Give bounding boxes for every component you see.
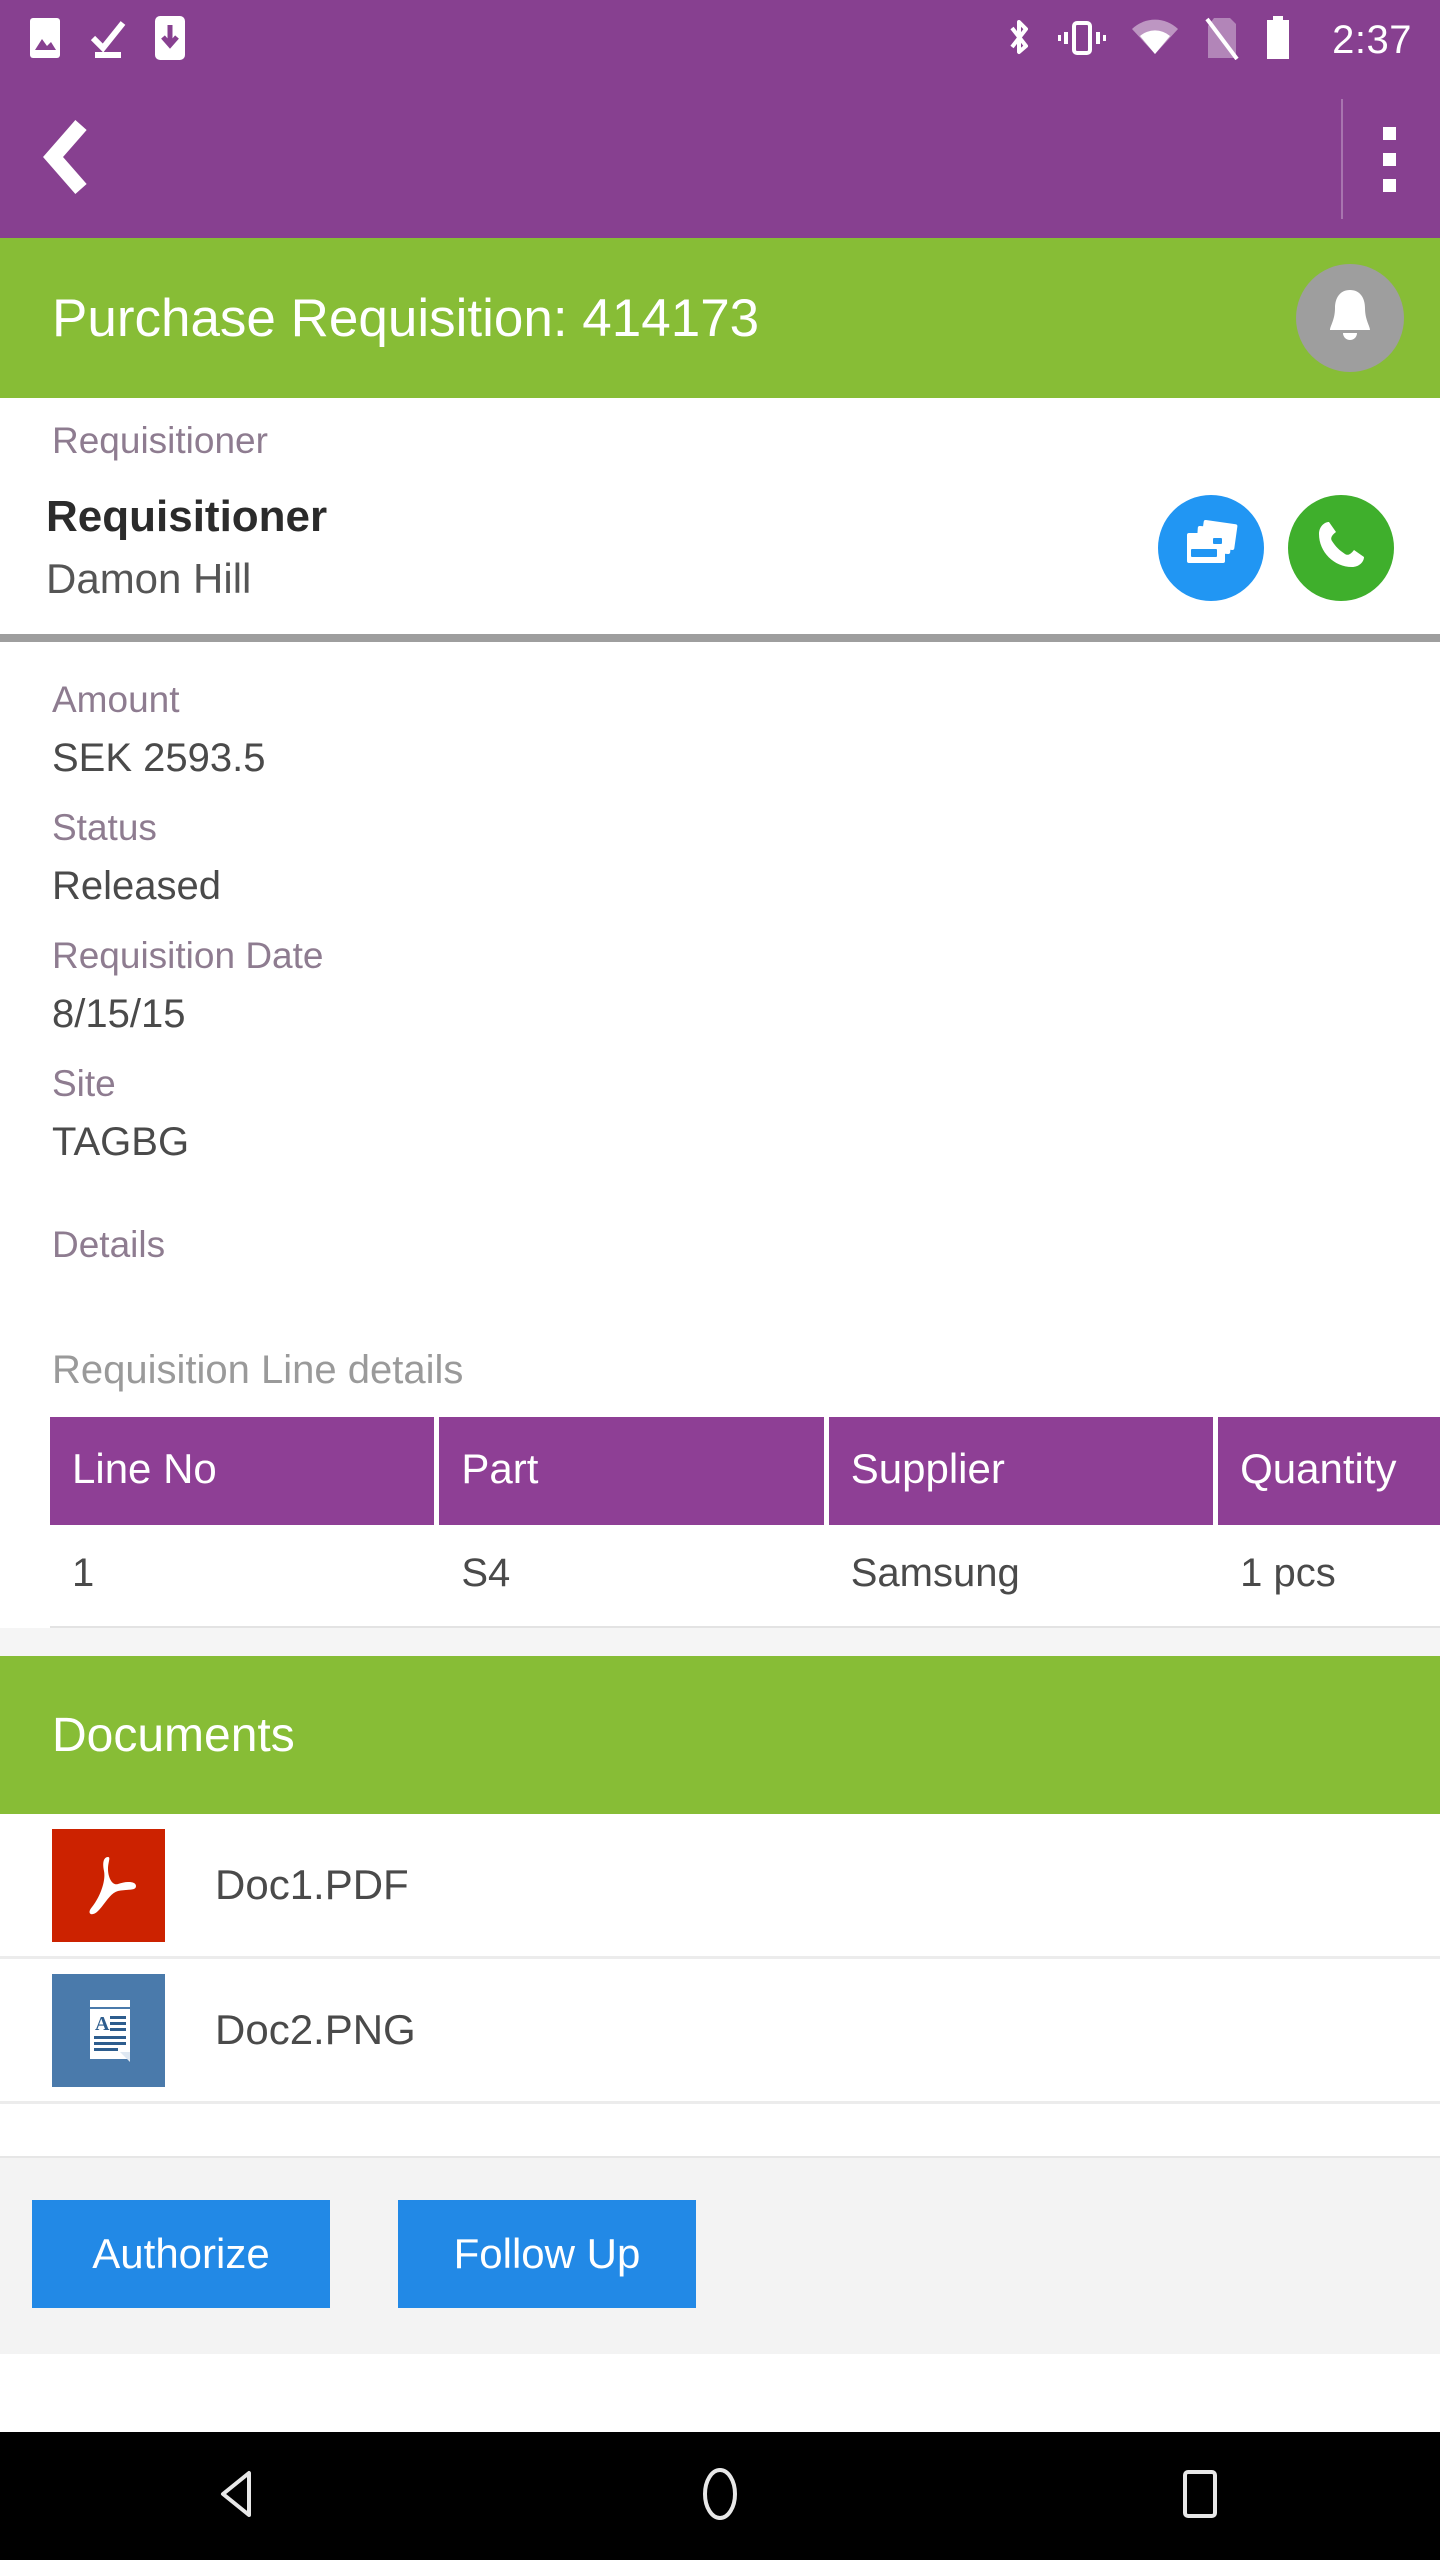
nav-home-button[interactable]	[630, 2432, 810, 2560]
requisitioner-name: Damon Hill	[46, 555, 252, 603]
column-header-supplier: Supplier	[828, 1417, 1219, 1526]
contact-card-button[interactable]	[1158, 494, 1264, 601]
nav-back-icon	[217, 2469, 263, 2524]
overflow-menu-button[interactable]	[1341, 99, 1440, 219]
phone-screen: 2:37 Purchase Requisition: 414173 Requis…	[0, 0, 1440, 2560]
status-bar-right-icons: 2:37	[1004, 15, 1412, 65]
list-item[interactable]: Doc1.PDF	[0, 1814, 1440, 1960]
android-nav-bar	[0, 2432, 1440, 2560]
phone-call-icon	[1312, 516, 1370, 579]
document-name: Doc2.PNG	[215, 2006, 416, 2054]
table-row[interactable]: 1 S4 Samsung 1 pcs	[50, 1525, 1440, 1629]
pdf-file-icon	[52, 1828, 165, 1942]
column-header-part: Part	[439, 1417, 829, 1526]
action-bar: Authorize Follow Up	[0, 2156, 1440, 2355]
section-gap	[0, 1628, 1440, 1657]
column-header-quantity: Quantity	[1218, 1417, 1440, 1526]
bluetooth-icon	[1004, 16, 1034, 65]
call-button[interactable]	[1288, 494, 1394, 601]
requisitioner-row: Requisitioner Damon Hill	[0, 466, 1440, 608]
requisitioner-section-label: Requisitioner	[52, 420, 268, 461]
svg-text:A: A	[95, 2013, 110, 2035]
table-head: Line No Part Supplier Quantity	[50, 1417, 1440, 1526]
section-divider	[0, 633, 1440, 642]
cell-part: S4	[439, 1525, 829, 1629]
field-value-requisition-date: 8/15/15	[52, 992, 186, 1037]
wifi-icon	[1130, 18, 1180, 63]
table-header-row: Line No Part Supplier Quantity	[50, 1417, 1440, 1526]
details-heading: Details	[52, 1224, 166, 1266]
requisitioner-card: Requisitioner Requisitioner Damon Hill	[0, 398, 1440, 634]
requisitioner-texts: Requisitioner Damon Hill	[46, 488, 1158, 608]
field-label-status: Status	[52, 806, 157, 848]
requisitioner-actions	[1158, 494, 1394, 601]
page-title: Purchase Requisition: 414173	[52, 288, 760, 348]
back-chevron-icon	[37, 119, 93, 200]
page-title-bar: Purchase Requisition: 414173	[0, 238, 1440, 398]
no-sim-icon	[1204, 16, 1240, 65]
battery-icon	[1264, 15, 1292, 65]
notification-button[interactable]	[1296, 264, 1404, 372]
detail-fields: Amount SEK 2593.5 Status Released Requis…	[0, 642, 1440, 1190]
notification-bell-icon	[1322, 286, 1378, 351]
requisition-line-details-heading: Requisition Line details	[52, 1348, 464, 1393]
field-label-amount: Amount	[52, 678, 180, 720]
list-item[interactable]: A Doc2.PNG	[0, 1959, 1440, 2105]
app-bar	[0, 80, 1440, 238]
requisition-lines-table: Line No Part Supplier Quantity 1 S4 Sams…	[50, 1417, 1440, 1629]
authorize-button[interactable]: Authorize	[32, 2200, 330, 2309]
follow-up-button[interactable]: Follow Up	[398, 2200, 696, 2309]
cell-quantity: 1 pcs	[1218, 1525, 1440, 1629]
cell-line-no: 1	[50, 1525, 440, 1629]
field-label-requisition-date: Requisition Date	[52, 935, 324, 976]
phone-download-icon	[154, 15, 186, 66]
field-value-status: Released	[52, 864, 222, 908]
overflow-menu-icon	[1383, 126, 1396, 192]
status-bar: 2:37	[0, 0, 1440, 80]
back-button[interactable]	[0, 80, 130, 238]
image-icon	[28, 16, 62, 65]
documents-header: Documents	[0, 1656, 1440, 1815]
vibrate-icon	[1058, 18, 1107, 63]
requisition-lines-table-wrapper[interactable]: Line No Part Supplier Quantity 1 S4 Sams…	[0, 1393, 1440, 1629]
status-bar-left-icons	[28, 15, 186, 66]
nav-recents-icon	[1181, 2468, 1219, 2525]
nav-home-icon	[698, 2466, 742, 2527]
nav-back-button[interactable]	[150, 2432, 330, 2560]
column-header-line-no: Line No	[50, 1417, 440, 1526]
status-bar-clock: 2:37	[1332, 18, 1412, 62]
documents-header-label: Documents	[52, 1708, 295, 1762]
check-download-icon	[88, 16, 128, 65]
cell-supplier: Samsung	[828, 1525, 1219, 1629]
image-document-icon: A	[52, 1973, 165, 2087]
document-name: Doc1.PDF	[215, 1861, 409, 1909]
nav-recents-button[interactable]	[1110, 2432, 1290, 2560]
requisitioner-title: Requisitioner	[46, 491, 328, 541]
contact-card-icon	[1180, 517, 1242, 578]
field-label-site: Site	[52, 1063, 116, 1105]
table-body: 1 S4 Samsung 1 pcs	[50, 1525, 1440, 1629]
documents-list-tail	[0, 2104, 1440, 2157]
field-value-amount: SEK 2593.5	[52, 735, 266, 780]
field-value-site: TAGBG	[52, 1120, 190, 1165]
